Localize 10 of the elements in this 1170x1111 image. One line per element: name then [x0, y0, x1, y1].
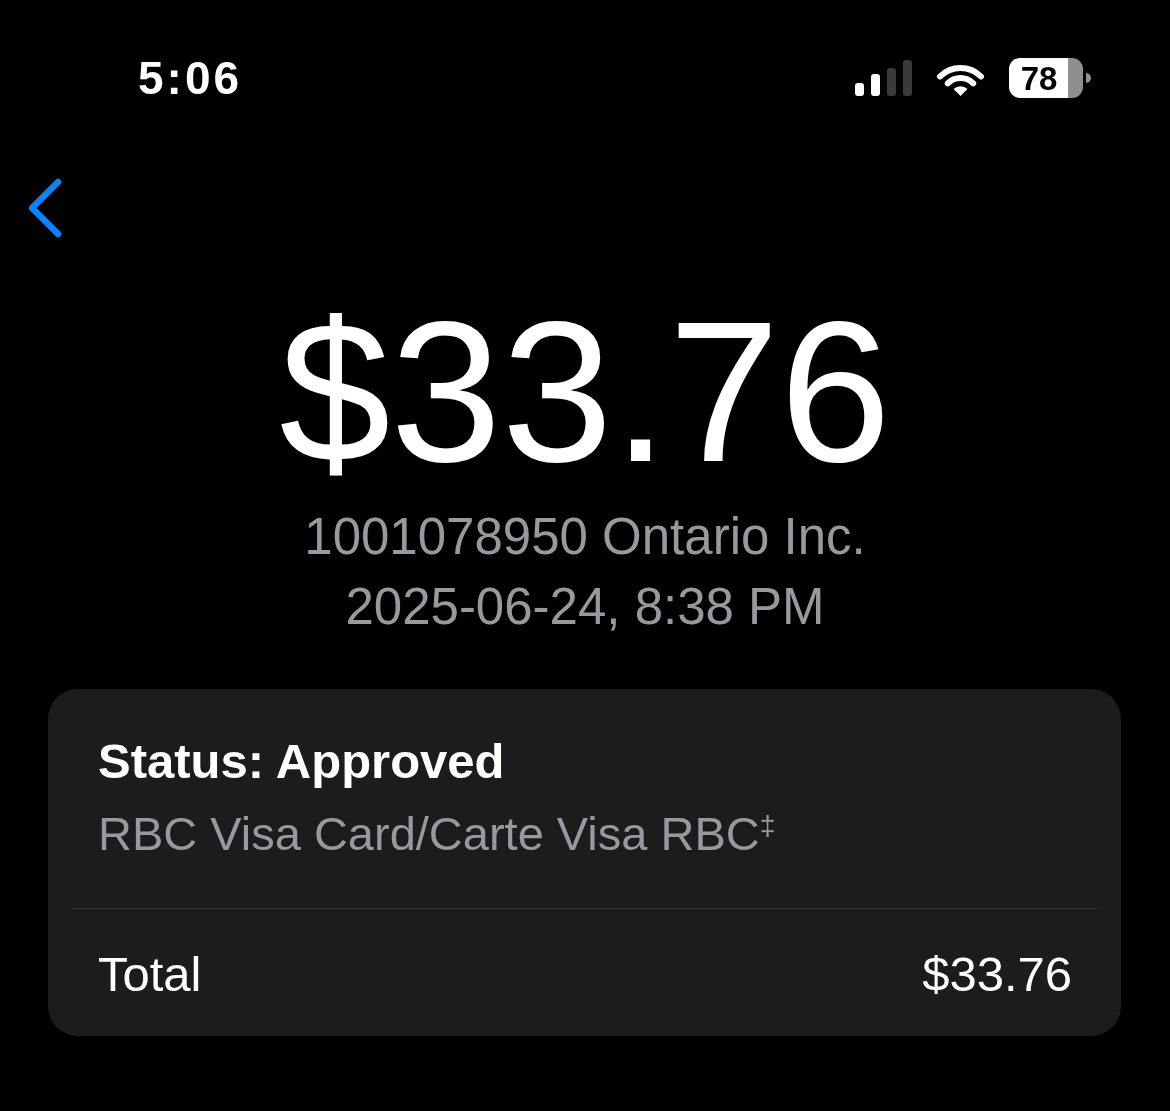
merchant-name: 1001078950 Ontario Inc. [304, 507, 866, 567]
total-label: Total [98, 946, 202, 1003]
total-amount: $33.76 [922, 946, 1072, 1003]
clock-time: 5:06 [138, 55, 243, 101]
status-label: Status: Approved [98, 733, 505, 790]
battery-indicator: 78 [1009, 58, 1091, 98]
cellular-signal-icon [855, 60, 912, 96]
payment-card-name: RBC Visa Card/Carte Visa RBC$^{‡}$ [98, 806, 776, 862]
transaction-date: 2025-06-24, 8:38 PM [345, 577, 825, 637]
transaction-amount: $33.76 [279, 292, 891, 492]
